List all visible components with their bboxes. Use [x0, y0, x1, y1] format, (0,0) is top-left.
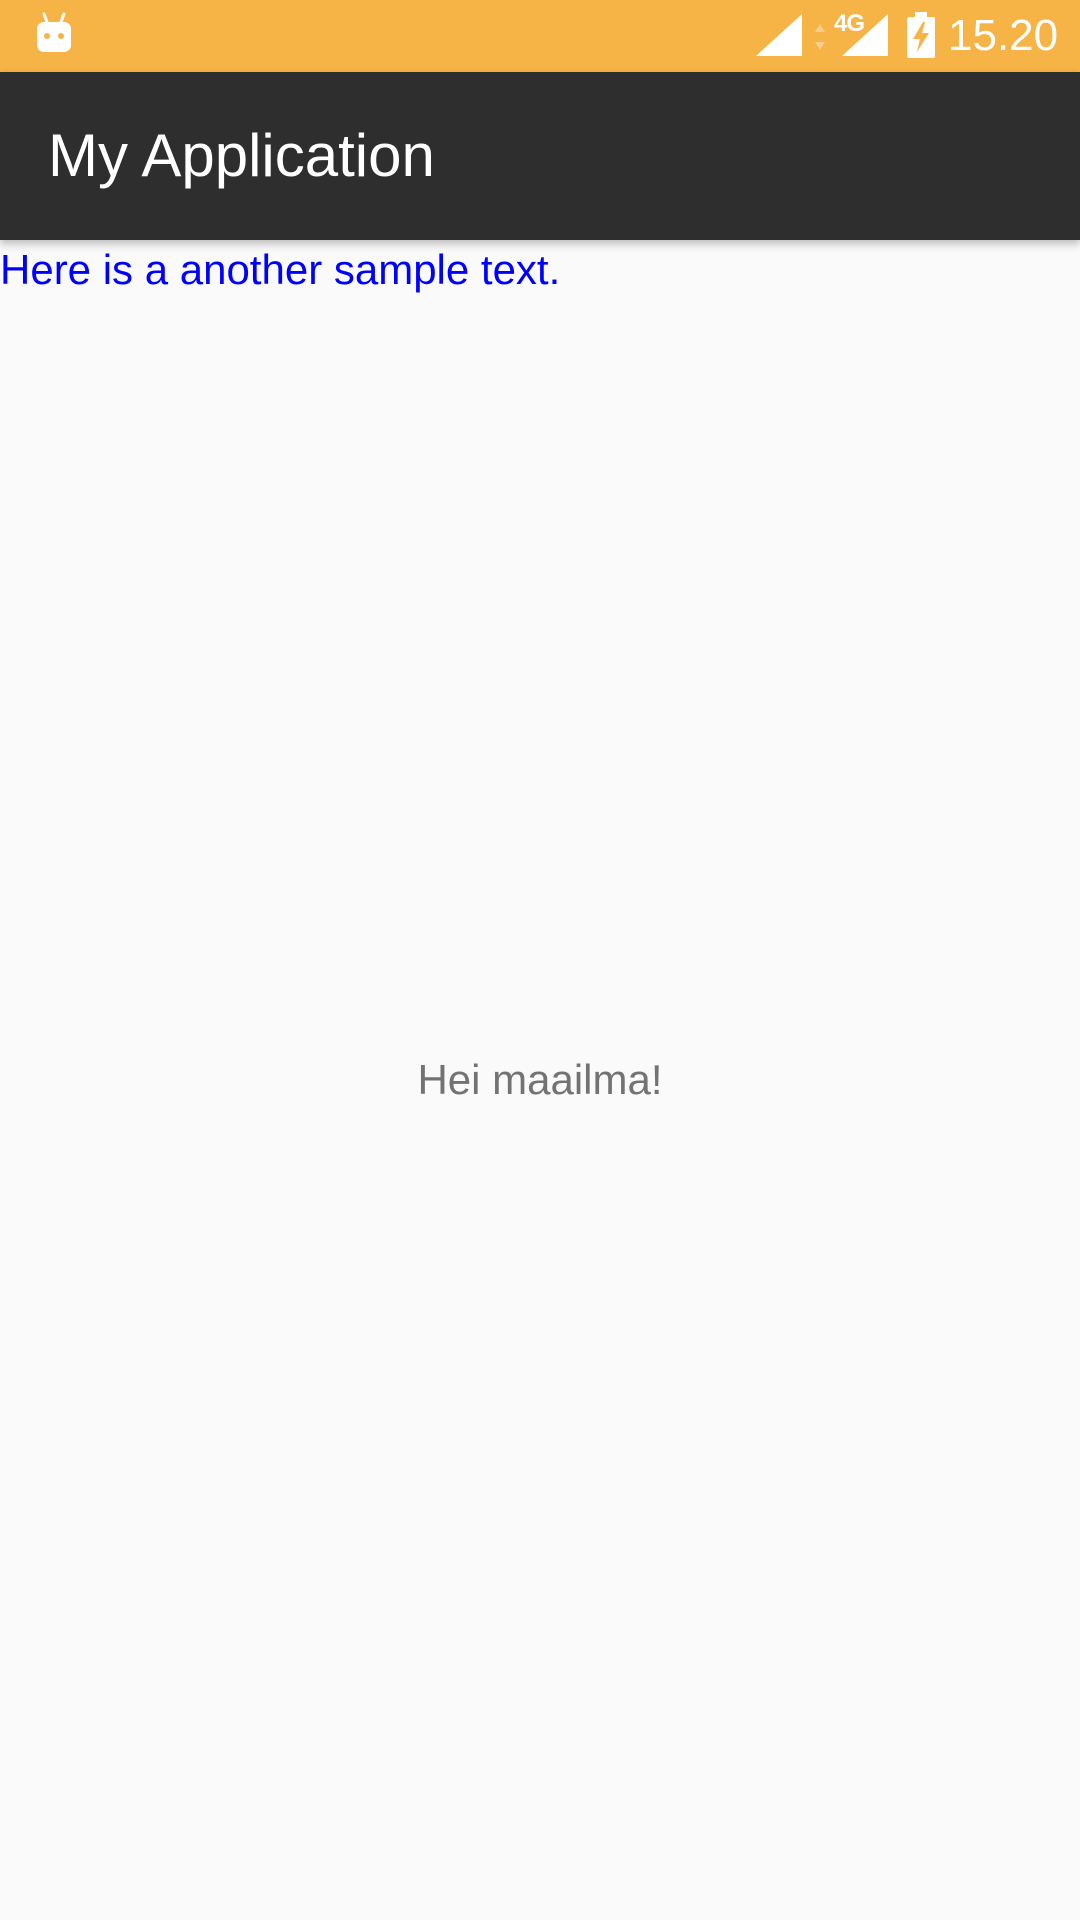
signal-icon: [756, 14, 802, 56]
data-arrows-icon: [815, 24, 825, 50]
hello-world-text: Hei maailma!: [417, 1056, 663, 1103]
app-title: My Application: [48, 122, 435, 189]
android-icon: [37, 12, 71, 52]
status-clock: 15.20: [948, 11, 1059, 60]
battery-charging-icon: [907, 12, 935, 58]
signal-icon: [842, 14, 888, 56]
app-bar: My Application: [0, 72, 1080, 240]
sample-text: Here is a another sample text.: [0, 246, 561, 293]
screen: 4G 15.20 My Application Here is a anothe…: [0, 0, 1080, 1920]
status-bar: 4G 15.20: [0, 0, 1080, 72]
